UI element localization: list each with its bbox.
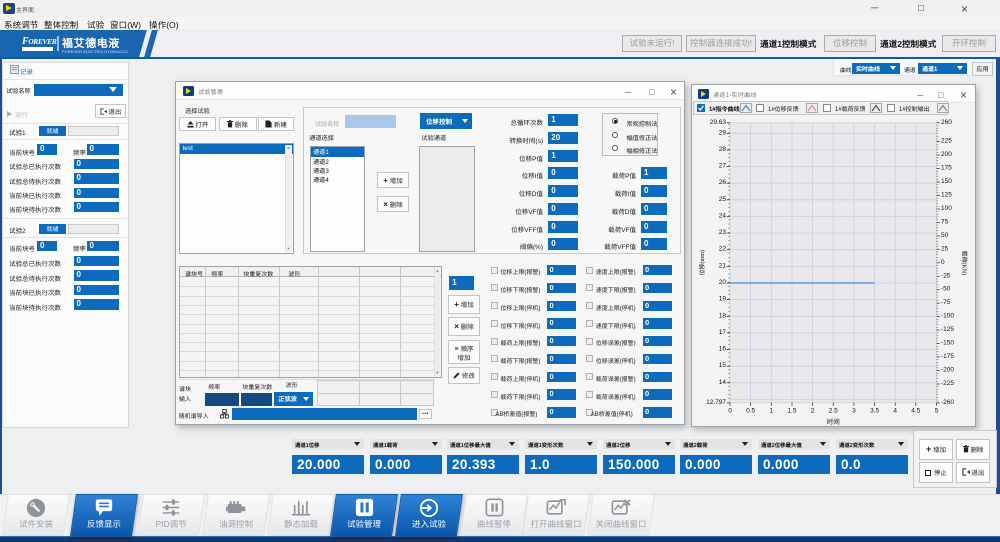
svg-text:3.5: 3.5 [870, 407, 879, 414]
svg-text:-75: -75 [941, 299, 951, 306]
svg-text:1: 1 [769, 407, 773, 414]
svg-text:-100: -100 [941, 313, 954, 320]
svg-text:75: 75 [941, 218, 949, 225]
svg-text:200: 200 [941, 151, 952, 158]
svg-text:-50: -50 [941, 286, 951, 293]
svg-text:21: 21 [719, 262, 727, 269]
svg-text:1.5: 1.5 [787, 407, 796, 414]
svg-text:12.797: 12.797 [706, 399, 726, 406]
svg-text:位移(mm): 位移(mm) [697, 250, 706, 275]
svg-text:29.63: 29.63 [710, 119, 727, 126]
svg-text:-225: -225 [941, 380, 954, 387]
svg-text:-25: -25 [941, 272, 951, 279]
svg-text:23: 23 [719, 229, 727, 236]
svg-text:时间: 时间 [827, 416, 840, 426]
svg-text:260: 260 [941, 119, 952, 126]
svg-text:28: 28 [719, 146, 727, 153]
svg-text:载荷(KN): 载荷(KN) [961, 250, 970, 275]
svg-text:0: 0 [728, 407, 732, 414]
svg-text:4: 4 [893, 407, 897, 414]
svg-text:50: 50 [941, 232, 949, 239]
svg-text:20: 20 [719, 279, 727, 286]
svg-text:26: 26 [719, 179, 727, 186]
svg-text:15: 15 [719, 362, 727, 369]
svg-text:125: 125 [941, 192, 952, 199]
svg-text:0.5: 0.5 [746, 407, 755, 414]
svg-text:2: 2 [811, 407, 815, 414]
svg-text:22: 22 [719, 246, 727, 253]
svg-text:17: 17 [719, 329, 727, 336]
svg-text:225: 225 [941, 138, 952, 145]
svg-text:-125: -125 [941, 326, 954, 333]
svg-text:16: 16 [719, 346, 727, 353]
svg-text:-150: -150 [941, 340, 954, 347]
svg-text:27: 27 [719, 163, 727, 170]
svg-text:-260: -260 [941, 399, 954, 406]
svg-text:25: 25 [719, 196, 727, 203]
svg-text:100: 100 [941, 205, 952, 212]
svg-text:175: 175 [941, 165, 952, 172]
svg-text:3: 3 [852, 407, 856, 414]
svg-text:18: 18 [719, 312, 727, 319]
svg-text:25: 25 [941, 245, 949, 252]
svg-text:19: 19 [719, 296, 727, 303]
svg-text:0: 0 [941, 259, 945, 266]
svg-text:4.5: 4.5 [911, 407, 920, 414]
svg-text:24: 24 [719, 212, 727, 219]
svg-text:-175: -175 [941, 353, 954, 360]
svg-text:5: 5 [935, 407, 939, 414]
svg-text:14: 14 [719, 379, 727, 386]
svg-text:-200: -200 [941, 367, 954, 374]
svg-text:2.5: 2.5 [829, 407, 838, 414]
svg-text:29: 29 [719, 129, 727, 136]
svg-text:150: 150 [941, 178, 952, 185]
